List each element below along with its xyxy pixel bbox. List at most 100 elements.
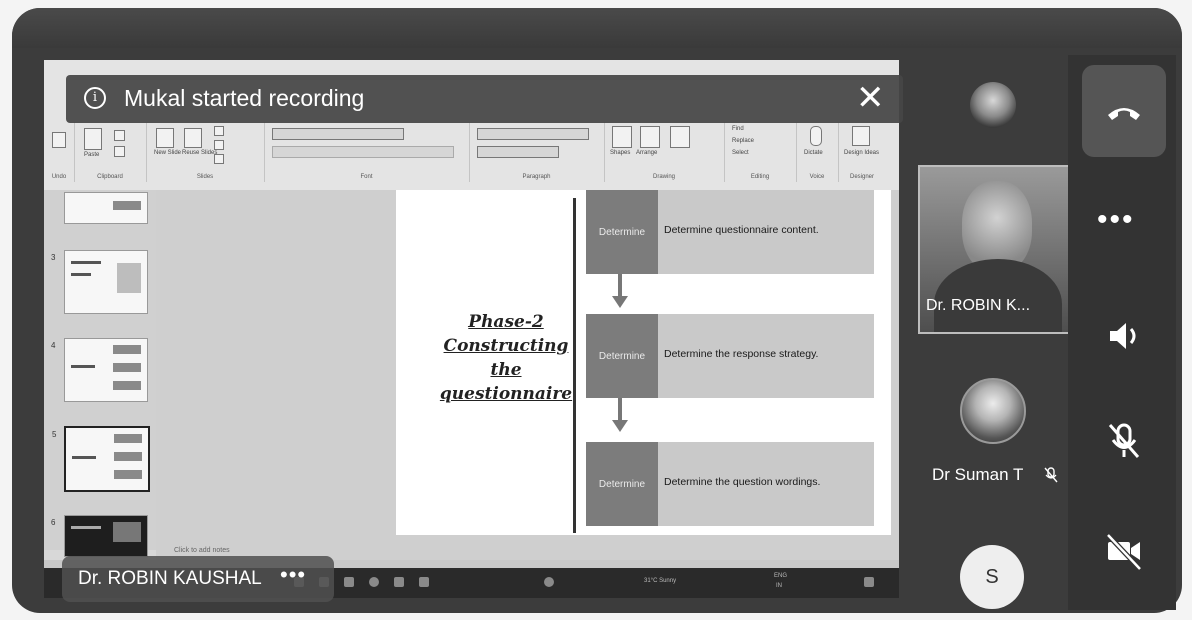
participant-avatar[interactable] — [960, 378, 1026, 444]
slide-thumbnails-pane: 3 4 5 6 — [44, 190, 157, 557]
reuse-slides-icon[interactable] — [184, 128, 202, 148]
design-ideas-icon[interactable] — [852, 126, 870, 146]
language-indicator[interactable]: ENG — [774, 573, 787, 579]
replace-button[interactable]: Replace — [732, 138, 754, 144]
chrome-icon[interactable] — [544, 577, 554, 587]
list-buttons[interactable] — [477, 128, 589, 140]
phase-title-line: the — [490, 360, 522, 380]
thumb-shape — [114, 434, 142, 443]
new-slide-label[interactable]: New Slide — [154, 150, 181, 156]
arrow-head — [612, 420, 628, 432]
speaker-icon — [1110, 323, 1136, 349]
font-family-select[interactable] — [272, 128, 404, 140]
participant-video-tile[interactable]: Dr. ROBIN K... — [918, 165, 1070, 334]
slide-number: 4 — [51, 341, 56, 350]
ribbon-group-slides: New Slide Reuse Slides Slides — [146, 122, 265, 182]
thumb-shape — [113, 363, 141, 372]
step-tag: Determine — [586, 442, 658, 526]
step-tag: Determine — [586, 190, 658, 274]
slide-number: 3 — [51, 253, 56, 262]
font-format-buttons[interactable] — [272, 146, 454, 158]
hang-up-button[interactable] — [1082, 65, 1166, 157]
app-icon[interactable] — [394, 577, 404, 587]
ribbon-group-editing: Find Replace Select Editing — [724, 122, 797, 182]
flow-arrow — [618, 274, 622, 298]
ribbon-group-designer: Design Ideas Designer — [838, 122, 886, 182]
phase-title-line: questionnaire — [439, 384, 573, 404]
step-tag: Determine — [586, 314, 658, 398]
copy-icon[interactable] — [114, 146, 125, 157]
slide-thumbnail[interactable] — [64, 192, 148, 224]
process-step: Determine Determine the question wording… — [586, 442, 874, 526]
microphone-button[interactable] — [1082, 395, 1166, 487]
camera-button[interactable] — [1082, 505, 1166, 597]
slide-thumbnail-selected[interactable]: 5 — [52, 426, 150, 492]
presenter-name: Dr. ROBIN KAUSHAL — [78, 568, 262, 589]
more-options-icon[interactable]: ••• — [280, 562, 306, 588]
process-step: Determine Determine the response strateg… — [586, 314, 874, 398]
participant-initial-avatar[interactable]: S — [960, 545, 1024, 609]
app-icon[interactable] — [419, 577, 429, 587]
notification-icon[interactable] — [864, 577, 874, 587]
ribbon-group-undo: Undo — [44, 122, 75, 182]
slide-thumbnail[interactable]: 3 — [51, 250, 148, 314]
design-ideas-label[interactable]: Design Ideas — [844, 150, 879, 156]
thumb-shape — [113, 201, 141, 210]
thumb-shape — [71, 261, 101, 264]
microphone-icon[interactable] — [810, 126, 822, 146]
step-text: Determine questionnaire content. — [664, 224, 819, 236]
thumb-shape — [71, 526, 101, 529]
phase-title-line: Phase-2 — [468, 312, 544, 332]
align-buttons[interactable] — [477, 146, 559, 158]
ribbon-group-label: Designer — [849, 174, 874, 180]
ribbon-group-label: Clipboard — [97, 174, 123, 180]
close-icon[interactable]: ✕ — [856, 79, 885, 117]
reuse-slides-label[interactable]: Reuse Slides — [182, 150, 217, 156]
paste-button-label[interactable]: Paste — [84, 152, 99, 158]
speaker-button[interactable] — [1082, 290, 1166, 382]
slide-canvas[interactable]: Phase-2 Constructing the questionnaire D… — [396, 190, 891, 535]
shapes-label[interactable]: Shapes — [610, 150, 630, 156]
thumb-shape — [71, 273, 91, 276]
dictate-label[interactable]: Dictate — [804, 150, 823, 156]
slide-thumbnail[interactable]: 4 — [51, 338, 148, 402]
layout-icon[interactable] — [214, 126, 224, 136]
participant-avatar[interactable] — [970, 82, 1016, 128]
phase-title-line: Constructing — [443, 336, 569, 356]
ribbon-group-drawing: Shapes Arrange Drawing — [604, 122, 725, 182]
thumb-shape — [113, 381, 141, 390]
shapes-icon[interactable] — [612, 126, 632, 148]
slide-number: 5 — [52, 430, 57, 439]
shared-screen: Undo Paste Clipboard New Slide Reuse Sli… — [44, 60, 899, 580]
browser-icon[interactable] — [369, 577, 379, 587]
ribbon-group-label: Voice — [809, 174, 825, 180]
notes-placeholder[interactable]: Click to add notes — [174, 547, 230, 554]
arrange-label[interactable]: Arrange — [636, 150, 657, 156]
mic-off-icon — [1108, 423, 1140, 458]
undo-icon[interactable] — [52, 132, 66, 148]
file-explorer-icon[interactable] — [344, 577, 354, 587]
slide-thumbnail[interactable]: 6 — [51, 515, 148, 557]
ribbon-group-label: Paragraph — [522, 174, 551, 180]
cut-icon[interactable] — [114, 130, 125, 141]
arrange-icon[interactable] — [640, 126, 660, 148]
weather-text[interactable]: 31°C Sunny — [644, 578, 676, 584]
new-slide-icon[interactable] — [156, 128, 174, 148]
find-button[interactable]: Find — [732, 126, 744, 132]
arrow-head — [612, 296, 628, 308]
recording-banner: i Mukal started recording ✕ — [66, 75, 903, 123]
section-icon[interactable] — [214, 154, 224, 164]
process-step: Determine Determine questionnaire conten… — [586, 190, 874, 274]
thumb-shape — [114, 452, 142, 461]
select-button[interactable]: Select — [732, 150, 749, 156]
more-options-button[interactable]: ••• — [1097, 205, 1135, 235]
slide-number: 6 — [51, 518, 56, 527]
participant-name: Dr. ROBIN K... — [926, 297, 1031, 314]
paste-icon[interactable] — [84, 128, 102, 150]
phase-title: Phase-2 Constructing the questionnaire — [436, 310, 576, 406]
reset-icon[interactable] — [214, 140, 224, 150]
thumb-shape — [114, 470, 142, 479]
thumb-shape — [72, 456, 96, 459]
quick-styles-icon[interactable] — [670, 126, 690, 148]
flow-arrow — [618, 398, 622, 422]
